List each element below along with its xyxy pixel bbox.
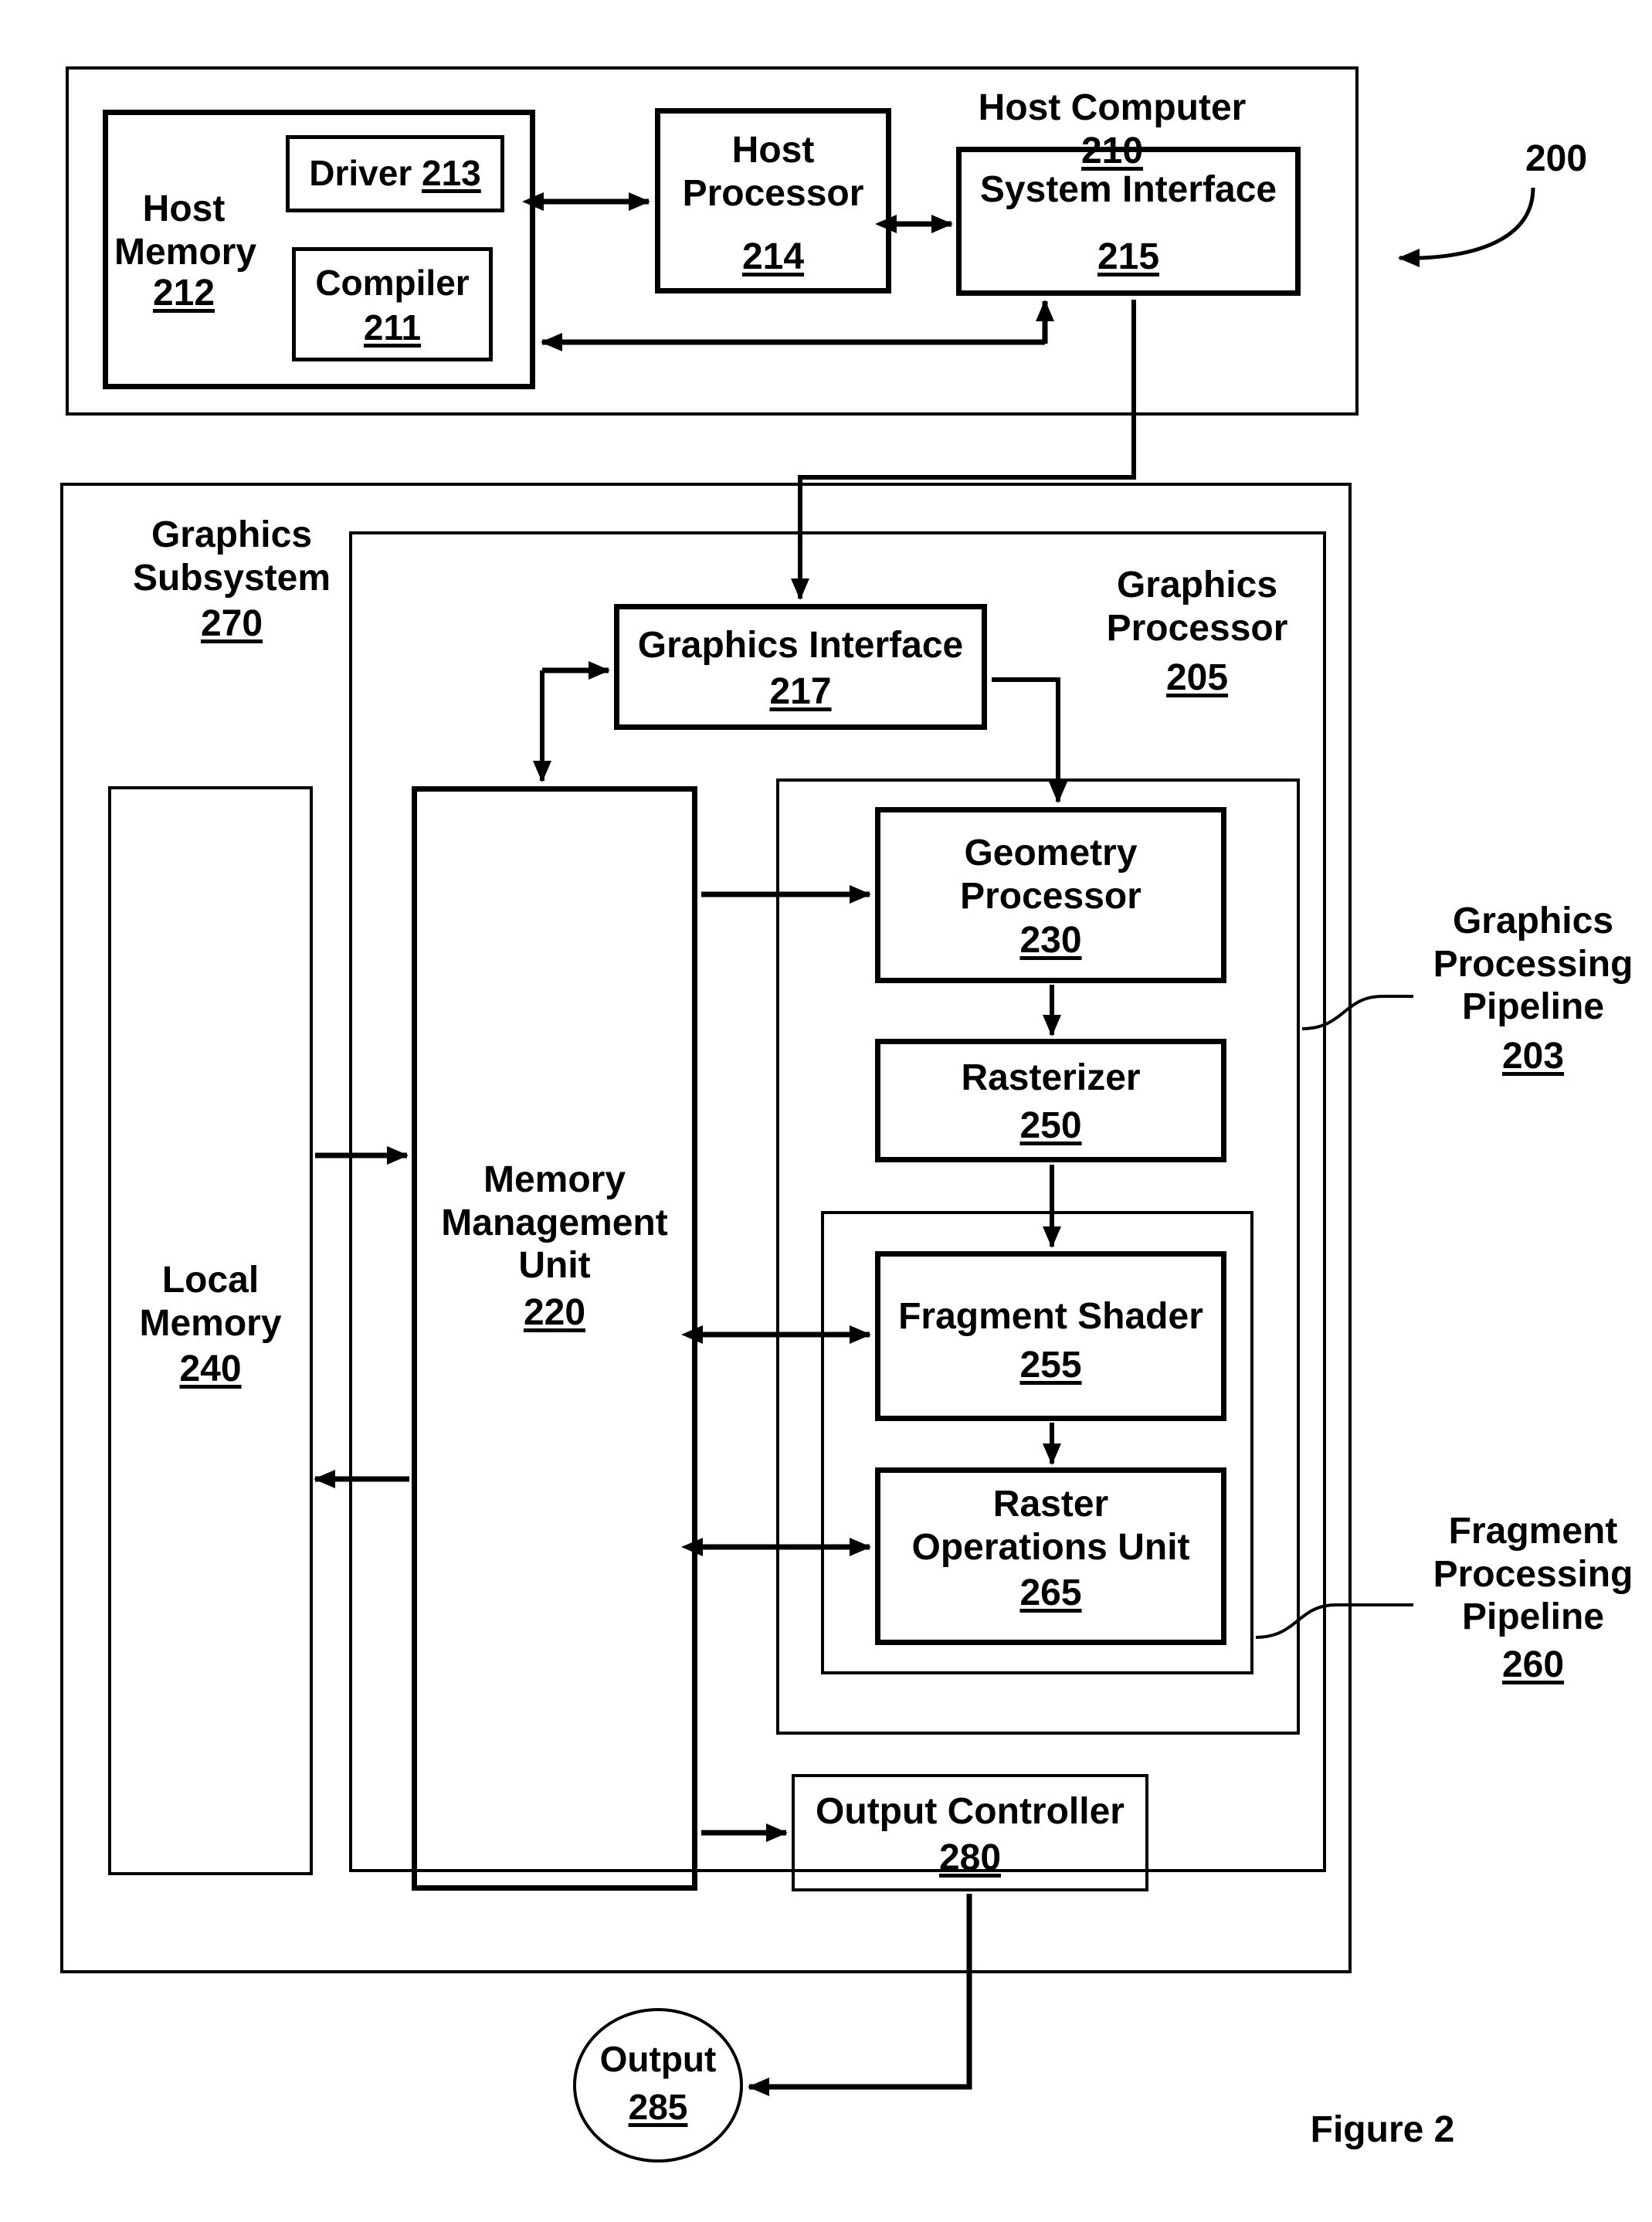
local-memory-label: Local Memory bbox=[139, 1260, 282, 1344]
graphics-processing-pipeline-ref: 203 bbox=[1501, 1036, 1565, 1077]
memory-management-unit-ref: 220 bbox=[523, 1292, 586, 1333]
fragment-shader-ref: 255 bbox=[1019, 1345, 1082, 1386]
geometry-processor-label: Geometry Processor bbox=[960, 833, 1141, 917]
leader-system-200 bbox=[1398, 187, 1535, 267]
raster-operations-unit-label: Raster Operations Unit bbox=[911, 1484, 1190, 1568]
memory-management-unit-label: Memory Management Unit bbox=[441, 1159, 668, 1287]
output-controller-label: Output Controller bbox=[816, 1791, 1125, 1832]
geometry-processor-ref: 230 bbox=[1019, 920, 1082, 961]
host-memory-label: Host Memory bbox=[114, 188, 257, 273]
host-processor-label: Host Processor bbox=[682, 130, 864, 214]
system-interface-ref: 215 bbox=[1097, 236, 1160, 277]
graphics-interface-label: Graphics Interface bbox=[637, 625, 964, 666]
output-label: Output bbox=[599, 2039, 717, 2079]
graphics-processor-ref: 205 bbox=[1165, 657, 1229, 698]
figure-caption: Figure 2 bbox=[1310, 2109, 1455, 2150]
graphics-processing-pipeline-label: Graphics Processing Pipeline bbox=[1433, 901, 1633, 1028]
output-controller-ref: 280 bbox=[938, 1837, 1002, 1878]
compiler-ref: 211 bbox=[363, 307, 422, 348]
system-ref-200: 200 bbox=[1525, 138, 1588, 179]
host-memory-ref: 212 bbox=[152, 273, 215, 314]
rasterizer-ref: 250 bbox=[1019, 1105, 1082, 1146]
fragment-processing-pipeline-ref: 260 bbox=[1501, 1644, 1565, 1685]
graphics-subsystem-label: Graphics Subsystem bbox=[132, 514, 331, 599]
output-ellipse bbox=[573, 2008, 743, 2163]
rasterizer-label: Rasterizer bbox=[961, 1057, 1141, 1098]
fragment-processing-pipeline-label: Fragment Processing Pipeline bbox=[1433, 1511, 1633, 1638]
fragment-shader-label: Fragment Shader bbox=[898, 1296, 1203, 1337]
graphics-interface-ref: 217 bbox=[769, 671, 832, 712]
memory-management-unit-box bbox=[412, 786, 697, 1891]
driver-label: Driver 213 bbox=[309, 153, 481, 193]
graphics-processor-label: Graphics Processor bbox=[1106, 565, 1288, 649]
compiler-label: Compiler bbox=[315, 263, 470, 303]
graphics-subsystem-ref: 270 bbox=[200, 603, 263, 644]
patent-figure-2: Host Computer 210 Host Memory 212 Driver… bbox=[0, 0, 1652, 2222]
local-memory-ref: 240 bbox=[179, 1348, 242, 1389]
system-interface-label: System Interface bbox=[979, 169, 1277, 210]
driver-ref: 213 bbox=[422, 153, 481, 193]
raster-operations-unit-ref: 265 bbox=[1019, 1572, 1082, 1613]
host-processor-ref: 214 bbox=[741, 236, 805, 277]
output-ref: 285 bbox=[628, 2087, 688, 2127]
